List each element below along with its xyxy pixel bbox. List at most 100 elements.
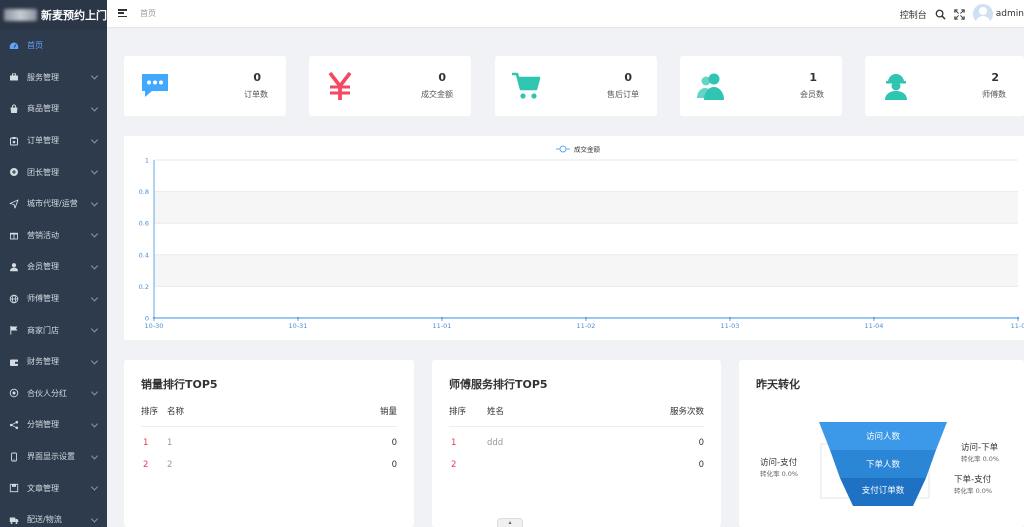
- stat-label: 会员数: [800, 90, 824, 99]
- stat-value: 0: [624, 71, 632, 84]
- shopping-bag-icon: [9, 104, 19, 114]
- logo-mark: [4, 9, 37, 21]
- breadcrumb[interactable]: 首页: [140, 8, 156, 19]
- mobile-icon: [9, 452, 19, 462]
- row-rank: 1: [451, 438, 457, 448]
- sidebar-item-2[interactable]: 商品管理: [0, 93, 107, 125]
- row-name: ddd: [487, 438, 504, 448]
- table-row[interactable]: 2 2 0: [141, 460, 397, 476]
- panel-title: 销量排行TOP5: [141, 378, 218, 391]
- chevron-down-icon: [90, 230, 99, 238]
- sidebar-item-14[interactable]: 文章管理: [0, 472, 107, 504]
- x-tick-label: 10-31: [289, 322, 308, 330]
- conv-visit-pay-rate: 转化率 0.0%: [760, 470, 799, 478]
- table-row[interactable]: 1 ddd 0: [449, 438, 704, 454]
- fullscreen-icon[interactable]: [954, 8, 965, 20]
- sidebar-item-11[interactable]: 合伙人分红: [0, 378, 107, 410]
- sidebar: 新麦预约上门 首页服务管理商品管理订单管理团长管理城市代理/运营 营销活动 会员管理…: [0, 0, 107, 527]
- panel-title: 师傅服务排行TOP5: [449, 378, 548, 391]
- y-tick-label: 0.6: [139, 220, 149, 228]
- table-header: 排序 姓名 服务次数: [449, 405, 704, 427]
- gift-icon: [9, 230, 19, 240]
- chevron-down-icon: [90, 199, 99, 207]
- col-name: 名称: [167, 407, 185, 417]
- sidebar-item-10[interactable]: 财务管理: [0, 346, 107, 378]
- sidebar-item-4[interactable]: 团长管理: [0, 156, 107, 188]
- sales-top5-panel: 销量排行TOP5 排序 名称 销量 1 1 0 2 2 0: [124, 360, 414, 527]
- stat-card-members[interactable]: 1 会员数: [680, 56, 842, 116]
- funnel-stage-order: 下单人数: [865, 460, 900, 470]
- username[interactable]: admin: [996, 9, 1024, 19]
- stat-label: 售后订单: [607, 90, 639, 99]
- conv-order-pay-rate: 转化率 0.0%: [954, 487, 993, 495]
- share-icon: [9, 420, 19, 430]
- sidebar-item-label: 商品管理: [27, 104, 59, 114]
- row-count: 0: [698, 438, 704, 448]
- sidebar-item-label: 界面显示设置: [27, 452, 75, 462]
- sidebar-item-label: 师傅管理: [27, 294, 59, 304]
- y-tick-label: 0.2: [139, 283, 149, 291]
- scroll-up-button[interactable]: ▴: [497, 518, 523, 527]
- stat-value: 0: [438, 71, 446, 84]
- col-rank: 排序: [141, 407, 159, 417]
- sidebar-item-15[interactable]: 配送/物流: [0, 504, 107, 527]
- chat-bubble-icon: [142, 74, 168, 97]
- sidebar-item-1[interactable]: 服务管理: [0, 62, 107, 94]
- stat-label: 订单数: [244, 90, 268, 99]
- row-rank: 1: [143, 438, 149, 448]
- chevron-down-icon: [90, 451, 99, 460]
- stat-card-orders[interactable]: 0 订单数: [124, 56, 286, 116]
- dashboard-icon: [9, 41, 19, 51]
- sidebar-item-7[interactable]: 会员管理: [0, 251, 107, 283]
- conversion-panel: 昨天转化 访问人数 下单人数 支付订单数 访问-支付 转化率 0.0% 访问-下…: [739, 360, 1024, 527]
- conv-visit-pay-label: 访问-支付: [760, 458, 798, 468]
- col-sales: 销量: [379, 407, 397, 417]
- sidebar-item-label: 订单管理: [27, 136, 59, 146]
- users-icon: [697, 73, 724, 100]
- sidebar-item-5[interactable]: 城市代理/运营: [0, 188, 107, 220]
- sidebar-item-13[interactable]: 界面显示设置: [0, 441, 107, 473]
- sidebar-item-6[interactable]: 营销活动: [0, 220, 107, 252]
- grid-band: [154, 254, 1018, 287]
- funnel-stage-visit: 访问人数: [865, 432, 900, 442]
- panel-title: 昨天转化: [756, 378, 800, 391]
- avatar[interactable]: [972, 4, 993, 24]
- conv-visit-order-rate: 转化率 0.0%: [961, 455, 1000, 463]
- table-row[interactable]: 1 1 0: [141, 438, 397, 454]
- data-point: [1016, 316, 1020, 320]
- sidebar-item-label: 首页: [27, 41, 43, 51]
- stat-card-revenue[interactable]: 0 成交金额: [309, 56, 471, 116]
- menu-toggle-icon[interactable]: [118, 9, 127, 18]
- sidebar-item-0[interactable]: 首页: [0, 30, 107, 62]
- console-link[interactable]: 控制台: [900, 8, 927, 21]
- chevron-down-icon: [90, 420, 99, 428]
- row-sales: 0: [391, 460, 397, 470]
- sidebar-item-8[interactable]: 师傅管理: [0, 283, 107, 315]
- worker-icon: [885, 74, 907, 100]
- sidebar-item-12[interactable]: 分销管理: [0, 409, 107, 441]
- chevron-down-icon: [90, 294, 99, 302]
- row-rank: 2: [143, 460, 149, 470]
- sidebar-item-3[interactable]: 订单管理: [0, 125, 107, 157]
- data-point: [728, 316, 732, 320]
- chevron-down-icon: [90, 262, 99, 270]
- table-row[interactable]: 2 0: [449, 460, 704, 476]
- search-icon[interactable]: [935, 9, 946, 20]
- sidebar-item-label: 团长管理: [27, 167, 59, 177]
- chevron-down-icon: [90, 388, 99, 396]
- x-tick-label: 11-01: [433, 322, 452, 330]
- stat-label: 成交金额: [421, 90, 453, 99]
- sidebar-item-9[interactable]: 商家门店: [0, 314, 107, 346]
- stat-value: 2: [991, 71, 999, 84]
- chevron-down-icon: [90, 357, 99, 365]
- funnel-stage-pay: 支付订单数: [861, 486, 905, 496]
- stat-card-masters[interactable]: 2 师傅数: [865, 56, 1024, 116]
- data-point: [152, 316, 156, 320]
- logo[interactable]: 新麦预约上门: [0, 0, 107, 30]
- sidebar-item-label: 分销管理: [27, 420, 59, 430]
- table-header: 排序 名称 销量: [141, 405, 397, 427]
- stat-card-aftersale[interactable]: 0 售后订单: [495, 56, 657, 116]
- chevron-down-icon: [90, 104, 99, 112]
- chevron-down-icon: [90, 167, 99, 175]
- flag-icon: [9, 325, 19, 335]
